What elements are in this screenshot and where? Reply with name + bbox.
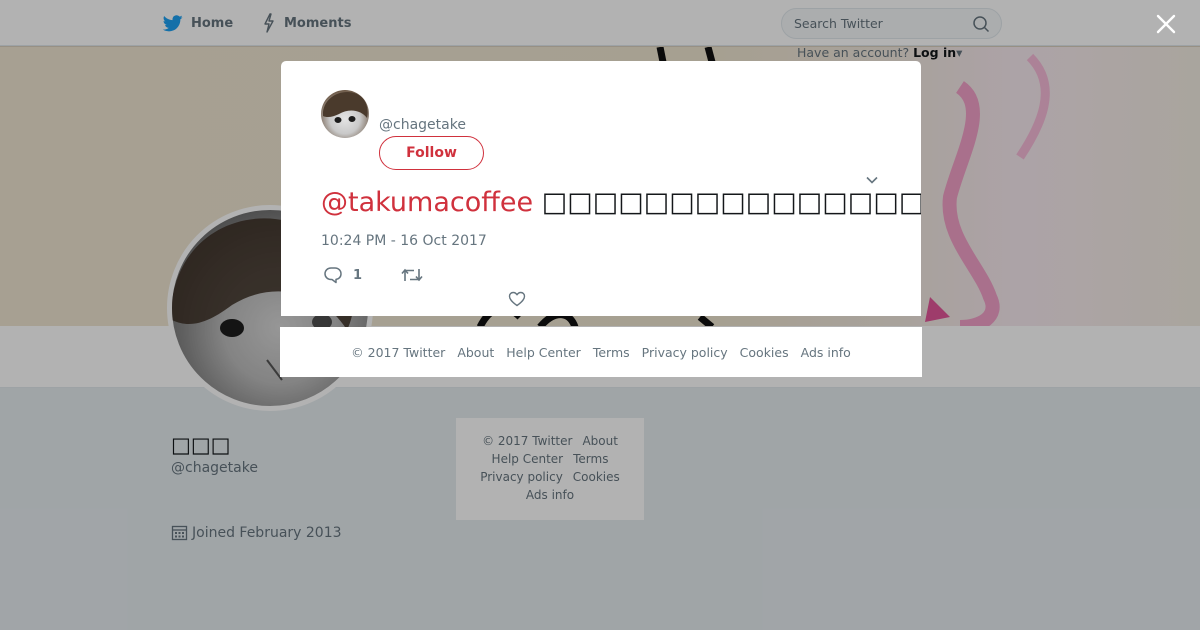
tweet-body: □□□□□□□□□□□□□□□□ <box>541 187 921 218</box>
footer-cookies-link[interactable]: Cookies <box>740 345 789 360</box>
close-icon[interactable] <box>1154 12 1178 36</box>
tweet-text: @takumacoffee □□□□□□□□□□□□□□□□ <box>321 187 921 218</box>
footer-copyright: © 2017 Twitter <box>351 344 446 360</box>
tweet-timestamp[interactable]: 10:24 PM - 16 Oct 2017 <box>321 233 487 249</box>
tweet-author-avatar[interactable] <box>321 90 369 138</box>
tweet-mention-link[interactable]: @takumacoffee <box>321 187 533 218</box>
footer-terms-link[interactable]: Terms <box>593 345 630 360</box>
retweet-icon[interactable] <box>401 267 423 283</box>
footer-help-link[interactable]: Help Center <box>506 345 581 360</box>
footer-about-link[interactable]: About <box>457 345 494 360</box>
reply-icon <box>324 267 342 284</box>
like-heart-icon[interactable] <box>508 291 526 307</box>
footer-ads-link[interactable]: Ads info <box>801 345 851 360</box>
reply-button[interactable]: 1 <box>323 266 362 284</box>
tweet-modal: @chagetake Follow @takumacoffee □□□□□□□□… <box>281 61 921 316</box>
follow-button[interactable]: Follow <box>379 136 484 170</box>
footer-privacy-link[interactable]: Privacy policy <box>642 345 728 360</box>
tweet-author-handle[interactable]: @chagetake <box>379 117 466 133</box>
modal-footer: © 2017 Twitter About Help Center Terms P… <box>280 327 922 377</box>
chevron-down-icon[interactable] <box>865 173 879 187</box>
reply-count: 1 <box>353 267 363 283</box>
avatar-artwork <box>323 92 368 123</box>
